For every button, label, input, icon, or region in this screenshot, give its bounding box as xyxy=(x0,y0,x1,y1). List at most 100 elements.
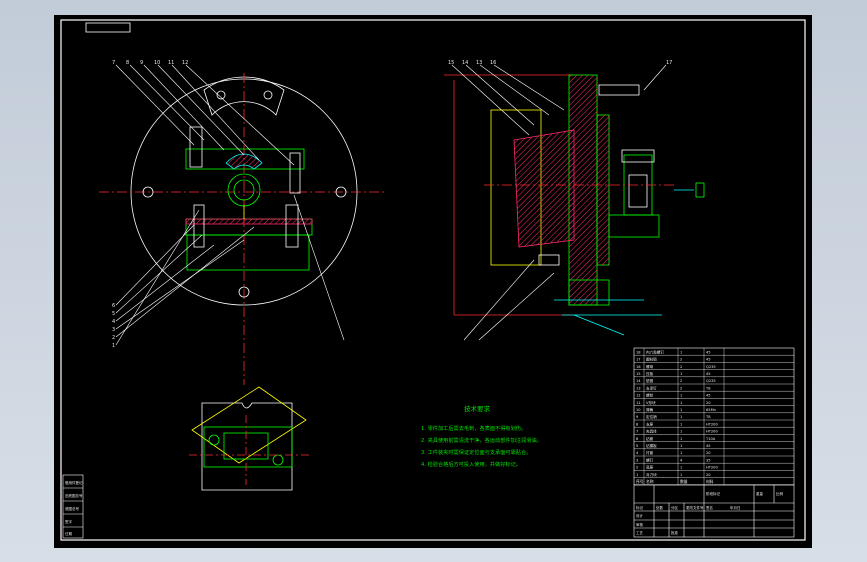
tb-label-zone: 分区 xyxy=(671,505,679,510)
balloon-6: 6 xyxy=(112,303,115,309)
balloon-10: 10 xyxy=(154,60,160,66)
bom-cell: 垫圈 xyxy=(646,378,654,383)
bom-cell: 16 xyxy=(636,365,641,369)
bom-cell: 18 xyxy=(636,350,641,354)
drawing-sheet: 7 8 9 10 11 12 6 5 4 3 2 1 15 14 13 16 1… xyxy=(54,15,812,548)
side-label-3: 底图总号 xyxy=(65,506,79,511)
bom-cell: 12 xyxy=(636,394,641,398)
tb-label-doc: 更改文件号 xyxy=(686,505,704,510)
bom-cell: 1 xyxy=(680,372,682,376)
bom-cell: 11 xyxy=(636,401,641,405)
tb-role-process: 工艺 xyxy=(636,530,644,535)
balloon-16: 16 xyxy=(490,60,496,66)
balloons-left-column: 6 5 4 3 2 1 xyxy=(112,303,115,349)
bom-cell: 20 xyxy=(706,401,711,405)
bom-cell: 弹簧 xyxy=(646,407,654,412)
tb-role-review: 审核 xyxy=(636,522,644,527)
bom-header-cell: 材料 xyxy=(706,479,714,484)
bom-cell: 8 xyxy=(636,422,639,426)
tb-label-count: 处数 xyxy=(656,505,664,510)
bom-cell: 1 xyxy=(680,422,682,426)
bom-header-cell: 名称 xyxy=(646,479,654,484)
bom-cell: 对刀块 xyxy=(646,472,657,477)
balloon-8: 8 xyxy=(126,60,129,66)
bom-cell: 1 xyxy=(680,401,682,405)
bom-cell: 定位销 xyxy=(646,414,657,419)
bom-cell: 圆柱销 xyxy=(646,357,657,362)
bom-cell: 钻模板 xyxy=(646,443,657,448)
side-label-2: 旧底图总号 xyxy=(65,493,83,498)
bom-cell: 螺钉 xyxy=(646,457,654,462)
tb-label-sign: 签名 xyxy=(706,505,713,510)
bom-cell: 1 xyxy=(680,444,682,448)
side-section-view xyxy=(444,74,705,336)
bom-cell: 支承钉 xyxy=(646,385,657,390)
side-registration-block: 借用件登记 旧底图总号 底图总号 签字 日期 xyxy=(62,474,84,539)
bom-cell: 5 xyxy=(636,444,638,448)
bom-header-cell: 数量 xyxy=(680,479,688,484)
bom-cell: 1 xyxy=(680,437,682,441)
bom-cell: 4 xyxy=(636,451,639,455)
bom-cell: 45 xyxy=(706,350,711,354)
drawing-canvas[interactable]: 7 8 9 10 11 12 6 5 4 3 2 1 15 14 13 16 1… xyxy=(54,15,812,548)
bom-cell: 1 xyxy=(680,350,682,354)
bom-cell: 2 xyxy=(636,466,638,470)
tb-meta-scale: 比例 xyxy=(776,491,784,496)
bom-cell: T8 xyxy=(705,386,711,390)
bom-cell: 内六角螺钉 xyxy=(646,349,664,354)
bom-cell: 45 xyxy=(706,372,711,376)
bom-cell: 螺母 xyxy=(646,364,654,369)
technical-notes: 技术要求 1. 零件加工后需去毛刺，各表面不得有划伤。 2. 夹具使用前需清洗干… xyxy=(421,404,542,468)
balloon-3: 3 xyxy=(112,327,115,333)
cad-viewport[interactable]: 7 8 9 10 11 12 6 5 4 3 2 1 15 14 13 16 1… xyxy=(0,0,867,562)
bom-cell: 13 xyxy=(636,386,641,390)
bom-cell: 2 xyxy=(680,365,682,369)
bom-cell: 钻套 xyxy=(646,436,654,441)
bom-cell: 7 xyxy=(636,430,638,434)
tb-label-mark: 标记 xyxy=(636,505,644,510)
balloons-side-view: 15 14 13 16 17 xyxy=(448,60,672,66)
front-view xyxy=(99,73,387,385)
notes-line-4: 4. 检验合格后方可投入使用，并做好标记。 xyxy=(421,460,521,468)
bom-cell: 10 xyxy=(636,408,641,412)
plan-view xyxy=(189,386,309,491)
bom-cell: 支座 xyxy=(646,421,654,426)
bom-cell: 4 xyxy=(680,458,683,462)
bom-cell: 3 xyxy=(636,458,638,462)
bom-cell: HT200 xyxy=(706,422,718,426)
bom-cell: T8 xyxy=(705,415,711,419)
bom-cell: 45 xyxy=(706,394,711,398)
bom-cell: 1 xyxy=(680,430,682,434)
bom-cell: 1 xyxy=(680,415,682,419)
side-label-5: 日期 xyxy=(65,531,72,536)
bom-header-cell: 序号 xyxy=(636,479,644,484)
balloon-13: 13 xyxy=(476,60,482,66)
bom-cell: 夹具体 xyxy=(646,429,657,434)
bom-cell: 衬套 xyxy=(646,450,654,455)
bom-cell: 1 xyxy=(680,473,682,477)
balloon-12: 12 xyxy=(182,60,188,66)
bom-cell: 压板 xyxy=(646,371,654,376)
tb-role-design: 设计 xyxy=(636,513,644,518)
bom-cell: 6 xyxy=(636,437,639,441)
bom-cell: 20 xyxy=(706,473,711,477)
tb-meta-stage: 阶段标记 xyxy=(706,491,720,496)
bom-cell: 45 xyxy=(706,444,711,448)
bom-cell: 35 xyxy=(706,458,711,462)
bom-cell: 2 xyxy=(680,379,682,383)
tb-label-date: 年月日 xyxy=(730,505,741,510)
tb-meta-weight: 重量 xyxy=(756,491,764,496)
bom-cell: 17 xyxy=(636,358,641,362)
title-block-text: 标记 处数 分区 更改文件号 签名 年月日 设计 审核 工艺 批准 阶段标记 重… xyxy=(636,491,784,535)
bom-cell: 14 xyxy=(636,379,641,383)
balloon-15: 15 xyxy=(448,60,454,66)
balloon-9: 9 xyxy=(140,60,143,66)
balloons-top-row: 7 8 9 10 11 12 xyxy=(112,60,188,66)
balloon-17: 17 xyxy=(666,60,672,66)
bom-cell: 1 xyxy=(680,451,682,455)
balloon-4: 4 xyxy=(112,319,115,325)
bom-cell: 螺栓 xyxy=(646,393,654,398)
notes-line-3: 3. 工件装夹时需保证定位面与支承面可靠贴合。 xyxy=(421,448,531,456)
notes-line-2: 2. 夹具使用前需清洗干净，各运动部件加注润滑油。 xyxy=(421,436,542,444)
bom-cell: V形块 xyxy=(646,400,656,405)
